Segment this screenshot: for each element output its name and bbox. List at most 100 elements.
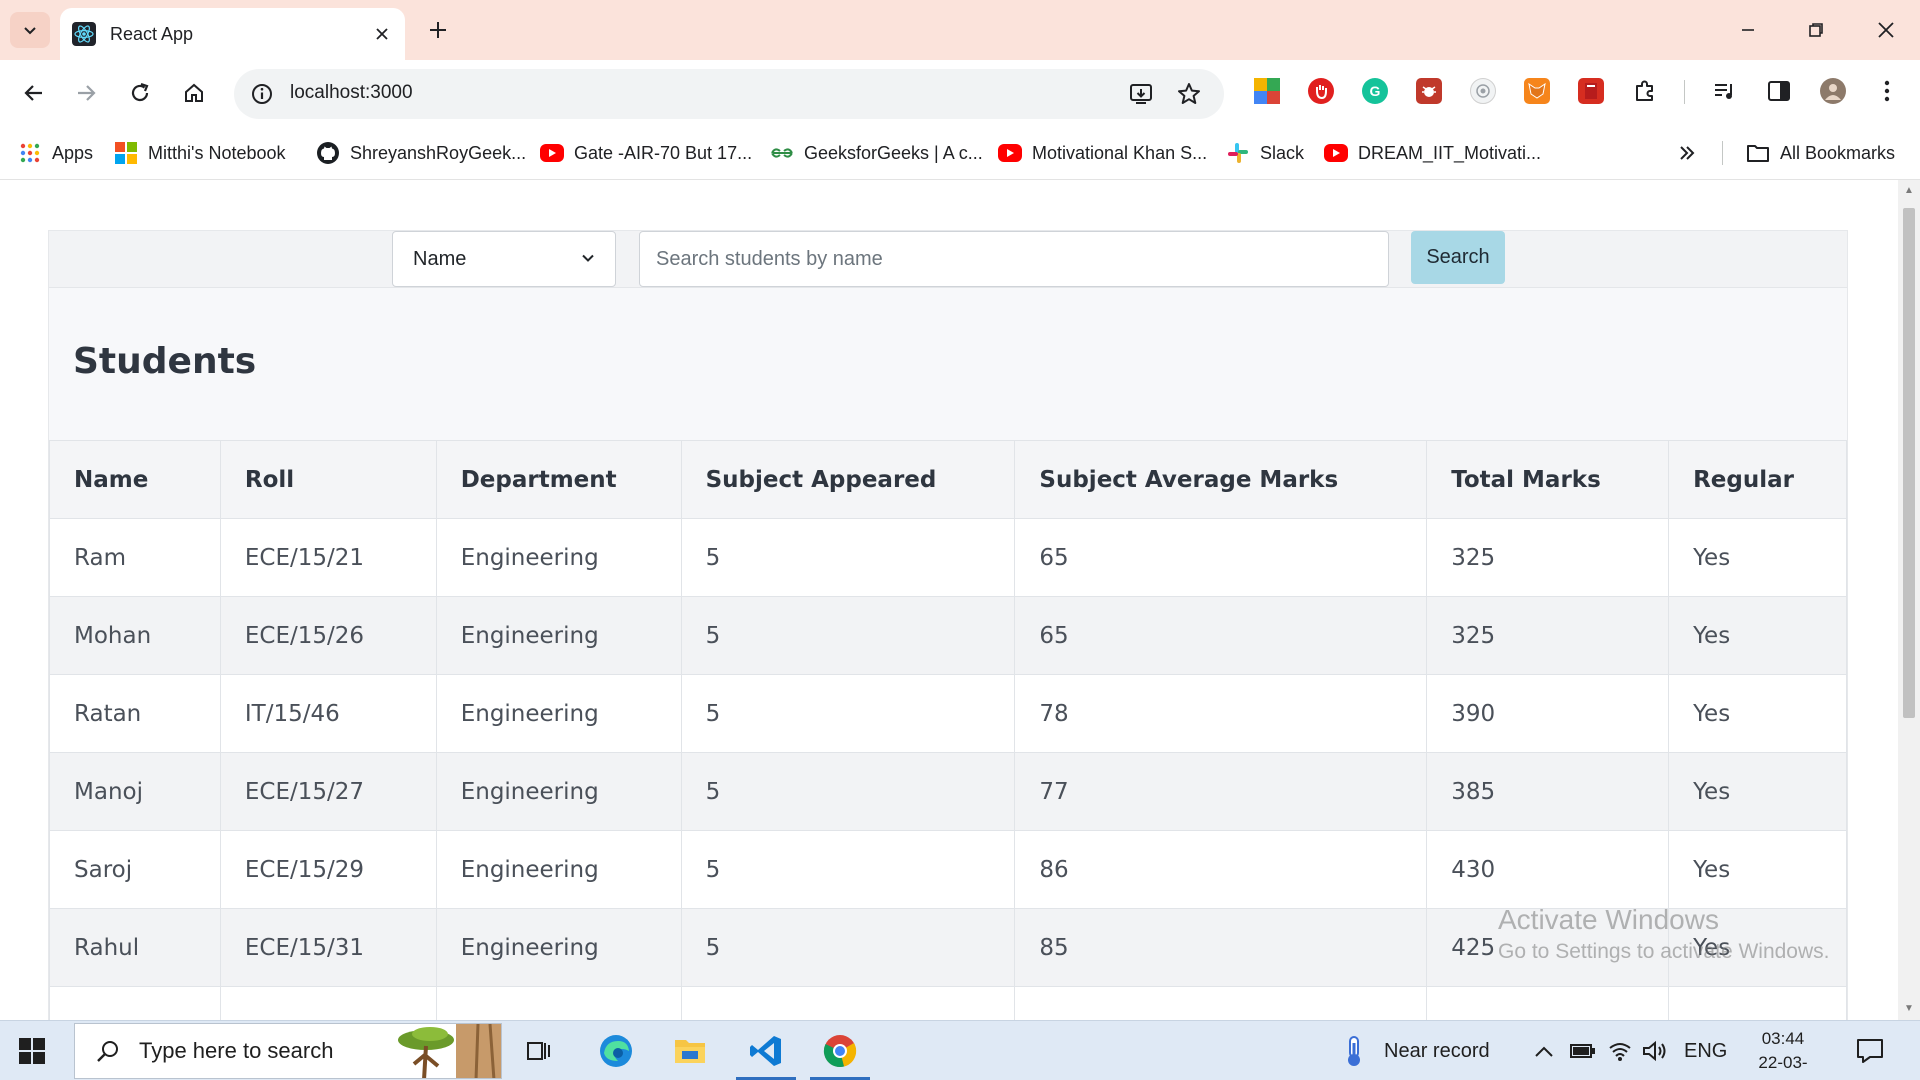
windows-logo-icon [19,1038,45,1064]
install-app-icon[interactable] [1128,81,1154,107]
bookmark-gate-air[interactable]: Gate -AIR-70 But 17... [540,138,752,168]
tab-title: React App [110,23,194,44]
cell-subject-appeared: 5 [680,752,1016,831]
camera-extension-icon[interactable] [1470,78,1496,104]
address-bar[interactable]: localhost:3000 [234,69,1224,119]
chevron-down-icon [581,248,595,271]
notification-icon [1857,1039,1883,1063]
notifications-button[interactable] [1856,1021,1884,1080]
minimize-icon [1742,29,1754,31]
bookmark-geeksforgeeks[interactable]: GeeksforGeeks | A c... [770,138,983,168]
task-view-button[interactable] [504,1021,576,1080]
language-text: ENG [1684,1039,1728,1062]
bookmark-slack[interactable]: Slack [1226,138,1304,168]
browser-tab-active[interactable]: React App [60,8,405,60]
taskbar-vscode[interactable] [730,1021,802,1080]
profile-avatar[interactable] [1820,78,1846,104]
site-info-icon[interactable] [250,82,274,106]
new-tab-button[interactable] [424,16,452,44]
taskbar-edge[interactable] [580,1021,652,1080]
scroll-up-icon[interactable]: ▲ [1904,186,1914,196]
forward-button[interactable] [70,77,102,109]
more-menu-icon[interactable] [1874,78,1900,104]
cell-name: Ram [49,518,221,597]
restore-icon [1809,23,1823,37]
cell-name: Rahul [49,908,221,987]
bookmark-mitthis-notebook[interactable]: Mitthi's Notebook [114,138,286,168]
close-window-button[interactable] [1862,10,1910,50]
cell-name [49,986,221,1020]
restore-button[interactable] [1792,10,1840,50]
book-extension-icon[interactable] [1578,78,1604,104]
cell-total-marks: 430 [1426,830,1670,909]
all-bookmarks-button[interactable]: All Bookmarks [1746,138,1895,168]
side-panel-icon[interactable] [1766,78,1792,104]
wifi-icon [1609,1043,1631,1061]
network-indicator[interactable] [1608,1021,1632,1080]
extensions-puzzle-icon[interactable] [1632,78,1658,104]
scrollbar-thumb[interactable] [1903,208,1915,718]
page-scrollbar[interactable]: ▲ ▼ [1898,180,1920,1020]
search-input[interactable] [639,231,1389,287]
cell-department: Engineering [435,830,682,909]
toolbar-divider [1684,80,1685,104]
windows-start-button[interactable] [18,1037,46,1065]
taskbar-search-placeholder: Type here to search [139,1038,334,1063]
minimize-button[interactable] [1724,10,1772,50]
column-header-name: Name [49,440,221,519]
cell-name: Ratan [49,674,221,753]
cell-department: Engineering [435,752,682,831]
clock-time: 03:44 [1761,1029,1805,1048]
bookmark-label: ShreyanshRoyGeek... [350,142,527,163]
column-header-total-marks: Total Marks [1426,440,1670,519]
tab-search-button[interactable] [10,12,50,48]
media-control-icon[interactable] [1712,78,1738,104]
battery-indicator[interactable] [1570,1021,1596,1080]
show-hidden-icons-button[interactable] [1534,1021,1554,1080]
arrow-right-icon [78,85,96,101]
search-button[interactable]: Search [1411,231,1505,284]
bookmark-github[interactable]: ShreyanshRoyGeek... [316,138,526,168]
plus-icon [430,22,446,38]
bookmarks-overflow-button[interactable] [1678,138,1696,168]
close-icon [1878,22,1894,38]
bookmark-label: Mitthi's Notebook [148,142,286,163]
arrow-left-icon [24,85,42,101]
table-row: Manoj ECE/15/27 Engineering 5 77 385 Yes [49,752,1847,831]
bookmark-apps[interactable]: Apps [18,138,93,168]
bookmark-label: DREAM_IIT_Motivati... [1358,142,1542,163]
bookmark-motivational-khan[interactable]: Motivational Khan S... [998,138,1207,168]
bookmark-dream-iit[interactable]: DREAM_IIT_Motivati... [1324,138,1541,168]
scroll-down-icon[interactable]: ▼ [1904,1004,1914,1014]
github-icon [316,141,340,165]
metamask-icon[interactable] [1524,78,1550,104]
tree-illustration-icon [398,1024,501,1078]
taskbar-file-explorer[interactable] [654,1021,726,1080]
back-button[interactable] [18,77,50,109]
bug-extension-icon[interactable] [1416,78,1442,104]
reload-button[interactable] [124,77,156,109]
tab-close-icon[interactable] [371,23,393,45]
cell-total-marks: 325 [1426,518,1670,597]
cell-subject-average-marks: 85 [1014,908,1428,987]
taskbar-chrome[interactable] [804,1021,876,1080]
windows-taskbar: Type here to search Near record ENG 03:4… [0,1020,1920,1080]
speaker-icon [1643,1040,1666,1062]
cell-name: Saroj [49,830,221,909]
bookmark-star-icon[interactable] [1176,81,1202,107]
search-field-select[interactable]: Name [392,231,616,287]
cell-subject-average-marks: 86 [1014,830,1428,909]
home-button[interactable] [178,77,210,109]
grammarly-icon[interactable]: G [1362,78,1388,104]
language-indicator[interactable]: ENG [1684,1021,1727,1080]
column-header-roll: Roll [219,440,437,519]
column-header-subject-average-marks: Subject Average Marks [1014,440,1428,519]
adblock-extension-icon[interactable] [1308,78,1334,104]
sheets-extension-icon[interactable] [1254,78,1280,104]
cell-regular [1668,986,1847,1020]
cell-department: Engineering [435,518,682,597]
taskbar-search-box[interactable]: Type here to search [74,1023,502,1079]
volume-indicator[interactable] [1642,1021,1668,1080]
weather-widget[interactable]: Near record [1340,1021,1490,1080]
taskbar-clock[interactable]: 03:44 22-03-2024 [1740,1027,1826,1080]
